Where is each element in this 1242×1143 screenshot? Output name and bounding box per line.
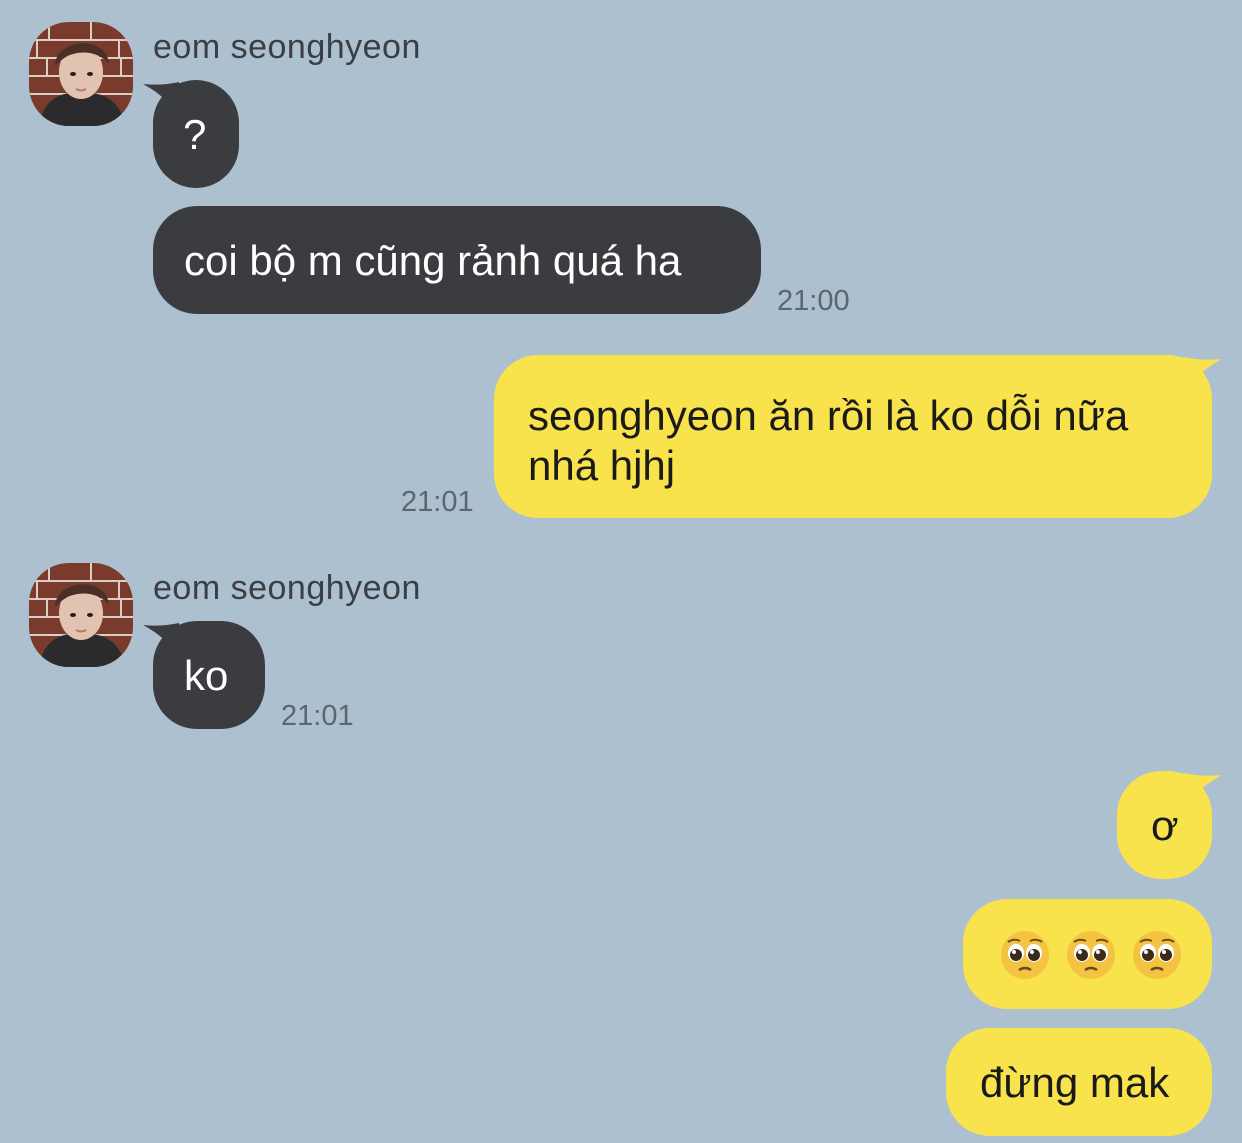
pleading-face-icon	[1001, 931, 1049, 979]
message-bubble-outgoing[interactable]: đừng mak	[946, 1028, 1212, 1136]
chat-thread: eom seonghyeon ? coi bộ m cũng rảnh quá …	[0, 0, 1242, 1143]
emoji-row	[999, 929, 1212, 981]
pleading-face-icon	[1133, 931, 1181, 979]
message-timestamp: 21:01	[401, 486, 474, 518]
message-bubble-outgoing[interactable]: 🥺🥺🥺	[963, 899, 1212, 1009]
message-text: seonghyeon ăn rồi là ko dỗi nữa nhá hjhj	[528, 392, 1129, 489]
message-text: ?	[183, 111, 207, 158]
message-bubble-outgoing[interactable]: seonghyeon ăn rồi là ko dỗi nữa nhá hjhj	[494, 355, 1212, 518]
sender-name: eom seonghyeon	[153, 569, 421, 607]
message-text: ơ	[1151, 802, 1179, 849]
message-bubble-incoming[interactable]: coi bộ m cũng rảnh quá ha	[153, 206, 761, 314]
sender-name: eom seonghyeon	[153, 28, 421, 66]
message-bubble-outgoing[interactable]: ơ	[1117, 771, 1212, 879]
message-bubble-incoming[interactable]: ?	[153, 80, 239, 188]
message-timestamp: 21:00	[777, 285, 850, 317]
message-text: coi bộ m cũng rảnh quá ha	[184, 237, 682, 284]
message-text: đừng mak	[980, 1059, 1170, 1106]
contact-avatar[interactable]	[29, 563, 133, 667]
message-bubble-incoming[interactable]: ko	[153, 621, 265, 729]
message-timestamp: 21:01	[281, 700, 354, 732]
contact-avatar[interactable]	[29, 22, 133, 126]
pleading-face-icon	[1067, 931, 1115, 979]
message-text: ko	[184, 652, 229, 699]
